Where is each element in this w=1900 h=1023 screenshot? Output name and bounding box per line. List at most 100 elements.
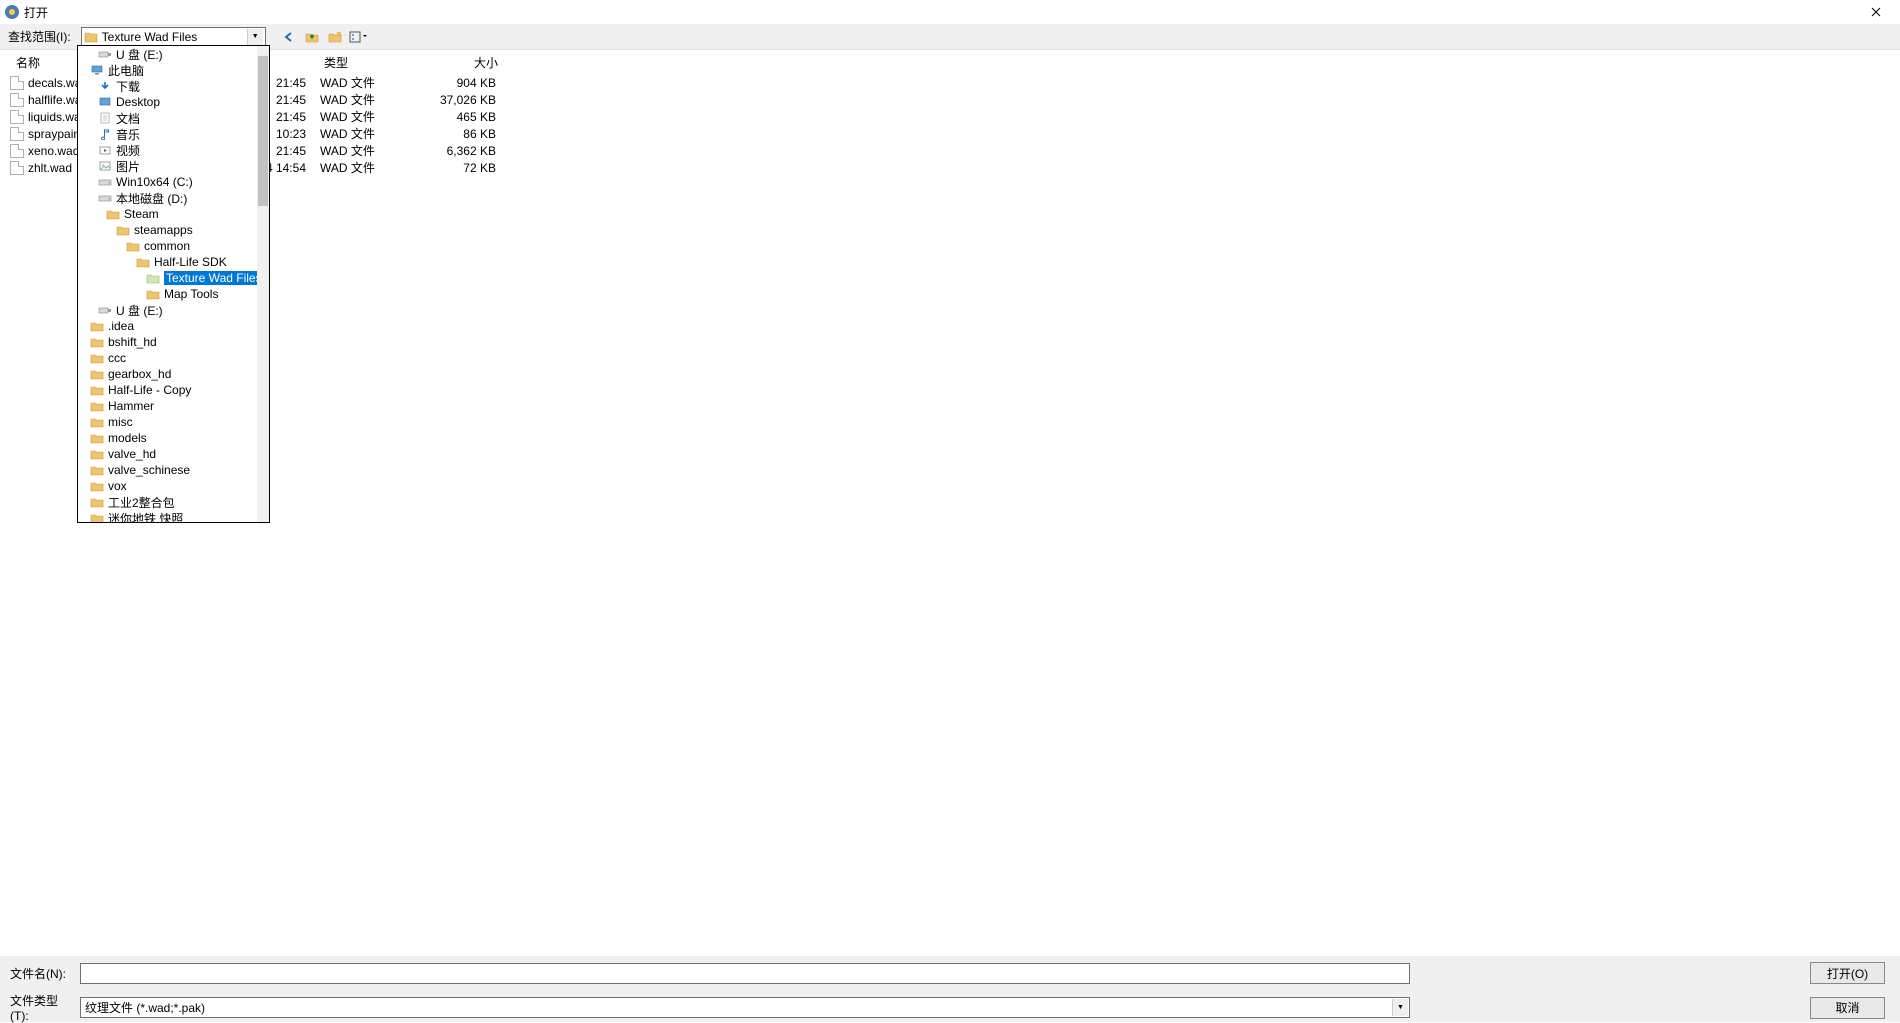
tree-item-label: misc — [108, 415, 133, 429]
tree-item[interactable]: common — [78, 238, 269, 254]
tree-item-label: Half-Life SDK — [154, 255, 227, 269]
column-header-type[interactable]: 类型 — [310, 50, 406, 75]
filetype-label: 文件类型(T): — [10, 992, 70, 1023]
tree-item[interactable]: 音乐 — [78, 126, 269, 142]
usb-icon — [98, 48, 112, 60]
bottom-panel: 文件名(N): 打开(O) 文件类型(T): 纹理文件 (*.wad;*.pak… — [0, 956, 1900, 1022]
tree-item-label: 图片 — [116, 158, 140, 175]
tree-item[interactable]: Half-Life - Copy — [78, 382, 269, 398]
tree-item[interactable]: ccc — [78, 350, 269, 366]
pc-icon — [90, 64, 104, 76]
file-size: 6,362 KB — [402, 144, 502, 158]
tree-item-label: 下载 — [116, 78, 140, 95]
tree-item[interactable]: Hammer — [78, 398, 269, 414]
tree-item-label: Steam — [124, 207, 159, 221]
chevron-down-icon[interactable]: ▼ — [1392, 999, 1408, 1016]
folder-icon — [116, 224, 130, 236]
up-one-level-button[interactable] — [303, 28, 321, 46]
tree-item[interactable]: Texture Wad Files — [78, 270, 269, 286]
tree-item[interactable]: Steam — [78, 206, 269, 222]
tree-item[interactable]: 迷你地铁 快照 — [78, 510, 269, 523]
drive-icon — [98, 176, 112, 188]
file-type: WAD 文件 — [306, 108, 402, 125]
folder-icon — [90, 320, 104, 332]
tree-item[interactable]: vox — [78, 478, 269, 494]
filetype-combobox[interactable]: 纹理文件 (*.wad;*.pak) ▼ — [80, 997, 1410, 1018]
tree-item[interactable]: misc — [78, 414, 269, 430]
window-title: 打开 — [24, 4, 1856, 21]
tree-item[interactable]: gearbox_hd — [78, 366, 269, 382]
back-button[interactable] — [280, 28, 298, 46]
file-icon — [10, 76, 24, 90]
close-button[interactable] — [1856, 0, 1896, 24]
scrollbar-thumb[interactable] — [258, 56, 268, 206]
folder-icon — [90, 432, 104, 444]
tree-item[interactable]: 文档 — [78, 110, 269, 126]
tree-item[interactable]: 图片 — [78, 158, 269, 174]
video-icon — [98, 144, 112, 156]
folder-icon — [90, 496, 104, 508]
tree-item[interactable]: 下载 — [78, 78, 269, 94]
tree-item-label: Map Tools — [164, 287, 218, 301]
tree-item-label: 迷你地铁 快照 — [108, 510, 183, 524]
tree-item[interactable]: Half-Life SDK — [78, 254, 269, 270]
new-folder-button[interactable] — [326, 28, 344, 46]
tree-item[interactable]: 视频 — [78, 142, 269, 158]
pic-icon — [98, 160, 112, 172]
tree-item-label: Hammer — [108, 399, 154, 413]
scrollbar[interactable] — [257, 46, 269, 522]
file-list-area: 名称 类型 大小 decals.wad 21:45 WAD 文件 904 KB … — [0, 50, 1900, 952]
tree-item-label: valve_hd — [108, 447, 156, 461]
tree-item[interactable]: models — [78, 430, 269, 446]
file-type: WAD 文件 — [306, 74, 402, 91]
file-type: WAD 文件 — [306, 142, 402, 159]
open-button[interactable]: 打开(O) — [1810, 962, 1885, 984]
folder-icon — [90, 512, 104, 523]
file-size: 72 KB — [402, 161, 502, 175]
lookin-text: Texture Wad Files — [102, 30, 247, 44]
tree-item[interactable]: .idea — [78, 318, 269, 334]
folder-icon — [90, 384, 104, 396]
folder-icon — [106, 208, 120, 220]
tree-item[interactable]: valve_schinese — [78, 462, 269, 478]
tree-item[interactable]: 本地磁盘 (D:) — [78, 190, 269, 206]
tree-item-label: .idea — [108, 319, 134, 333]
views-button[interactable] — [349, 28, 367, 46]
tree-item[interactable]: 此电脑 — [78, 62, 269, 78]
column-header-size[interactable]: 大小 — [406, 50, 506, 75]
chevron-down-icon[interactable]: ▼ — [247, 29, 263, 45]
tree-item[interactable]: 工业2整合包 — [78, 494, 269, 510]
tree-item-label: U 盘 (E:) — [116, 46, 163, 63]
file-type: WAD 文件 — [306, 125, 402, 142]
lookin-combobox[interactable]: Texture Wad Files ▼ — [81, 27, 266, 47]
file-icon — [10, 127, 24, 141]
tree-item[interactable]: Desktop — [78, 94, 269, 110]
tree-item-label: bshift_hd — [108, 335, 157, 349]
tree-item[interactable]: valve_hd — [78, 446, 269, 462]
lookin-dropdown-tree[interactable]: U 盘 (E:)此电脑下载Desktop文档音乐视频图片Win10x64 (C:… — [77, 45, 270, 523]
folder-icon — [90, 336, 104, 348]
foldersel-icon — [146, 272, 160, 284]
column-headers: 名称 类型 大小 — [0, 50, 1900, 74]
tree-item[interactable]: bshift_hd — [78, 334, 269, 350]
tree-item[interactable]: U 盘 (E:) — [78, 46, 269, 62]
tree-item-label: U 盘 (E:) — [116, 302, 163, 319]
tree-item[interactable]: Win10x64 (C:) — [78, 174, 269, 190]
doc-icon — [98, 112, 112, 124]
folder-icon — [136, 256, 150, 268]
file-icon — [10, 93, 24, 107]
tree-item[interactable]: Map Tools — [78, 286, 269, 302]
folder-icon — [90, 352, 104, 364]
tree-item[interactable]: steamapps — [78, 222, 269, 238]
tree-item[interactable]: U 盘 (E:) — [78, 302, 269, 318]
filetype-text: 纹理文件 (*.wad;*.pak) — [85, 999, 205, 1016]
file-size: 465 KB — [402, 110, 502, 124]
file-size: 86 KB — [402, 127, 502, 141]
file-type: WAD 文件 — [306, 91, 402, 108]
tree-item-label: Half-Life - Copy — [108, 383, 191, 397]
filename-input[interactable] — [80, 963, 1410, 984]
cancel-button[interactable]: 取消 — [1810, 997, 1885, 1019]
folder-icon — [146, 288, 160, 300]
tree-item-label: ccc — [108, 351, 126, 365]
tree-item-label: gearbox_hd — [108, 367, 171, 381]
